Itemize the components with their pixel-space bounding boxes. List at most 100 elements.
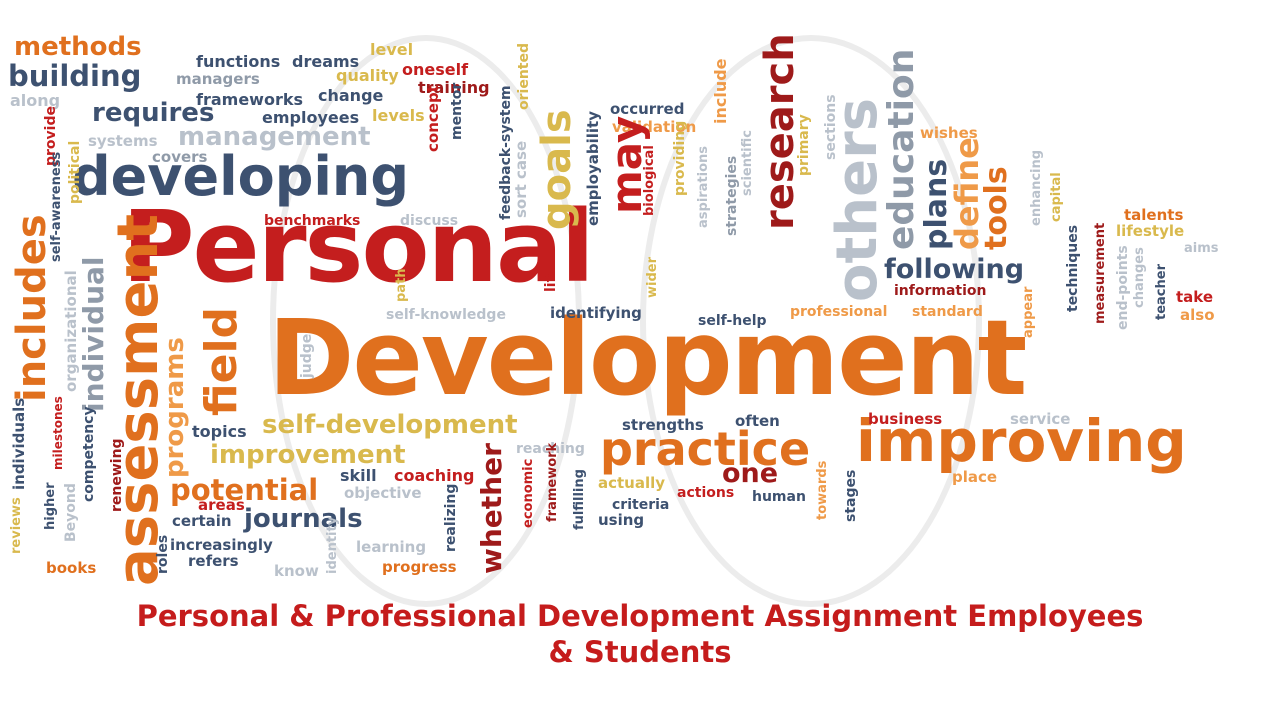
word-actually: actually xyxy=(598,474,666,492)
word-objective: objective xyxy=(344,484,422,502)
word-competency: competency xyxy=(81,406,97,502)
word-increasingly: increasingly xyxy=(170,536,273,554)
word-beyond: Beyond xyxy=(63,483,79,542)
word-identity: identity xyxy=(325,516,340,574)
word-include: include xyxy=(711,58,730,124)
word-progress: progress xyxy=(382,558,457,576)
word-managers: managers xyxy=(176,70,260,88)
word-field: field xyxy=(196,306,247,416)
word-renewing: renewing xyxy=(109,438,125,512)
word-following: following xyxy=(884,254,1025,285)
word-enhancing: enhancing xyxy=(1029,149,1044,226)
word-towards: towards xyxy=(815,460,830,520)
caption: Personal & Professional Development Assi… xyxy=(0,598,1280,671)
word-employability: employability xyxy=(584,111,602,226)
word-milestones: milestones xyxy=(51,396,65,470)
word-also: also xyxy=(1180,306,1215,324)
word-using: using xyxy=(598,511,645,529)
word-wider: wider xyxy=(645,257,660,298)
caption-line-2: & Students xyxy=(548,635,732,670)
word-reviews: reviews xyxy=(9,497,24,554)
word-actions: actions xyxy=(677,485,735,501)
word-realizing: realizing xyxy=(443,483,459,552)
word-changes: changes xyxy=(1132,247,1147,308)
word-primary: primary xyxy=(796,114,812,176)
word-certain: certain xyxy=(172,512,232,530)
word-service: service xyxy=(1010,410,1071,428)
word-political: political xyxy=(67,140,83,204)
word-feedback-system: feedback-system xyxy=(498,85,514,220)
word-concept: concept xyxy=(424,85,442,152)
word-framework: framework xyxy=(545,442,560,522)
word-take: take xyxy=(1176,288,1214,306)
word-scientific: scientific xyxy=(740,130,755,196)
word-organizational: organizational xyxy=(62,270,80,392)
word-learning: learning xyxy=(356,538,427,556)
word-techniques: techniques xyxy=(1065,224,1081,312)
word-practice: practice xyxy=(600,422,811,476)
word-place: place xyxy=(952,468,998,486)
word-whether: whether xyxy=(475,443,508,574)
word-journals: journals xyxy=(244,504,363,534)
word-tools: tools xyxy=(979,166,1014,250)
word-strategies: strategies xyxy=(724,155,740,236)
word-research: research xyxy=(757,33,803,230)
word-end-points: end-points xyxy=(1115,245,1131,330)
word-appear: appear xyxy=(1021,286,1036,338)
word-levels: levels xyxy=(372,106,425,125)
word-improvement: improvement xyxy=(210,440,406,470)
word-sort-case: sort case xyxy=(512,140,530,218)
word-mentor: mentor xyxy=(449,82,465,140)
word-information: information xyxy=(894,283,987,299)
word-development: Development xyxy=(268,297,1027,419)
word-identifying: identifying xyxy=(550,304,642,322)
word-criteria: criteria xyxy=(612,497,670,513)
word-roles: roles xyxy=(155,534,171,574)
word-self-awareness: self-awareness xyxy=(49,151,64,262)
word-books: books xyxy=(46,559,97,577)
word-lifestyle: lifestyle xyxy=(1116,222,1185,240)
word-judge: judge xyxy=(299,333,315,378)
word-fulfilling: fulfilling xyxy=(572,469,587,530)
caption-line-1: Personal & Professional Development Assi… xyxy=(136,599,1144,633)
word-sections: sections xyxy=(823,94,839,160)
word-measurement: measurement xyxy=(1093,222,1108,324)
word-occurred: occurred xyxy=(610,100,685,118)
word-level: level xyxy=(370,40,414,59)
word-areas: areas xyxy=(198,496,245,514)
word-individual: individual xyxy=(77,256,110,413)
word-quality: quality xyxy=(336,66,399,85)
word-functions: functions xyxy=(196,52,281,71)
word-one: one xyxy=(722,458,779,489)
word-oriented: oriented xyxy=(516,43,532,110)
word-education: education xyxy=(881,48,922,250)
word-methods: methods xyxy=(14,32,142,62)
word-aims: aims xyxy=(1184,241,1219,256)
word-oneself: oneself xyxy=(402,60,469,79)
word-refers: refers xyxy=(188,552,239,570)
word-business: business xyxy=(868,410,943,428)
word-path: path xyxy=(394,268,409,302)
word-human: human xyxy=(752,489,806,505)
word-self-development: self-development xyxy=(262,410,518,440)
word-standard: standard xyxy=(912,304,983,320)
word-coaching: coaching xyxy=(394,466,475,485)
word-capital: capital xyxy=(1049,172,1064,222)
word-providing: providing xyxy=(672,120,688,196)
word-self-help: self-help xyxy=(698,313,767,329)
word-goals: goals xyxy=(534,109,580,230)
word-stages: stages xyxy=(843,469,859,522)
word-change: change xyxy=(318,86,384,105)
word-includes: includes xyxy=(9,214,55,402)
word-self-knowledge: self-knowledge xyxy=(386,307,506,323)
word-higher: higher xyxy=(43,482,58,531)
word-life: life xyxy=(543,266,559,292)
word-talents: talents xyxy=(1124,206,1184,224)
word-professional: professional xyxy=(790,304,888,320)
word-skill: skill xyxy=(340,466,377,485)
word-know: know xyxy=(274,562,319,580)
word-building: building xyxy=(8,59,142,93)
word-biological: biological xyxy=(642,145,657,216)
word-individuals: individuals xyxy=(10,397,28,490)
word-economic: economic xyxy=(521,458,536,528)
